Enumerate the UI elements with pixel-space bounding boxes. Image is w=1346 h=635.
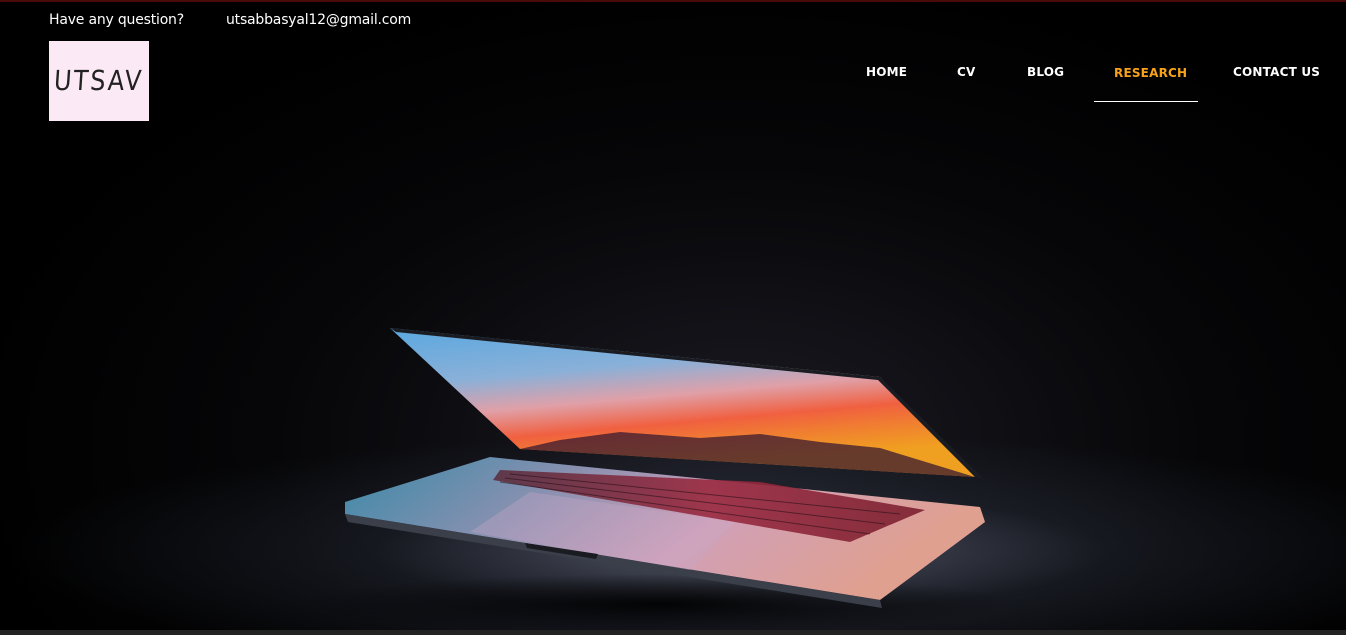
- nav-research[interactable]: RESEARCH: [1114, 66, 1187, 80]
- logo-text: UTSAV: [53, 64, 145, 98]
- nav-home[interactable]: HOME: [866, 65, 907, 79]
- nav-active-underline: [1094, 101, 1198, 102]
- site-logo[interactable]: UTSAV: [49, 41, 149, 121]
- hero-background: [0, 2, 1346, 630]
- laptop-icon: [300, 328, 1020, 630]
- nav-cv[interactable]: CV: [957, 65, 976, 79]
- question-label: Have any question?: [49, 12, 184, 28]
- nav-contact-us[interactable]: CONTACT US: [1233, 65, 1320, 79]
- nav-blog[interactable]: BLOG: [1027, 65, 1064, 79]
- bottom-border: [0, 630, 1346, 635]
- email-link[interactable]: utsabbasyal12@gmail.com: [226, 12, 411, 28]
